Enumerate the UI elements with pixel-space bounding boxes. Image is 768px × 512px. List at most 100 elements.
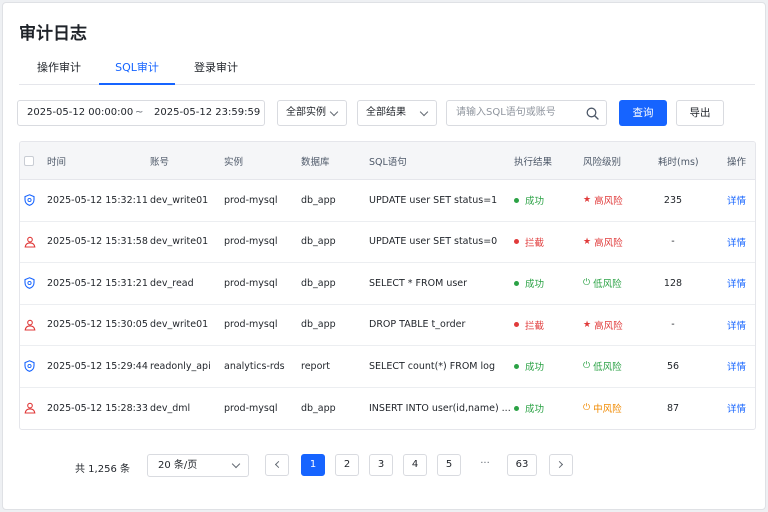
detail-link-text[interactable]: 详情	[727, 359, 746, 373]
detail-link-text[interactable]: 详情	[727, 276, 746, 290]
status-dot	[514, 322, 519, 328]
risk-badge: 中风险	[593, 404, 622, 416]
detail-link[interactable]: 详情	[727, 305, 746, 346]
export-button[interactable]: 导出	[676, 100, 724, 126]
cell-result: 成功	[514, 388, 544, 430]
cell-result: 成功	[514, 180, 544, 221]
detail-link-text[interactable]: 详情	[727, 401, 746, 415]
cell-time: 2025-05-12 15:31:58	[47, 222, 148, 263]
chevron-down-icon	[419, 107, 429, 117]
row-status-cell	[24, 346, 35, 387]
table-row[interactable]: 2025-05-12 15:29:44 readonly_api analytics…	[20, 346, 755, 388]
instance-select[interactable]: 全部实例	[277, 100, 347, 126]
detail-link-text[interactable]: 详情	[727, 235, 746, 249]
cell-instance: prod-mysql	[224, 388, 278, 430]
status-badge: 拦截	[525, 320, 545, 332]
cell-sql-text: UPDATE user SET status=1	[369, 194, 498, 206]
power-icon: ⏻	[583, 403, 591, 414]
cell-account-text: dev_write01	[150, 236, 209, 248]
status-dot	[514, 280, 519, 286]
start-time-input[interactable]: 2025-05-12 00:00:00	[27, 101, 133, 125]
result-select[interactable]: 全部结果	[357, 100, 437, 126]
cell-risk: ⏻ 中风险	[583, 388, 622, 430]
cell-instance-text: prod-mysql	[224, 402, 278, 414]
shield-check-icon	[24, 194, 35, 207]
cell-duration: 56	[658, 346, 688, 387]
detail-link-text[interactable]: 详情	[727, 318, 746, 332]
cell-account-text: dev_read	[150, 277, 194, 289]
cell-duration-text: 235	[663, 194, 683, 206]
page-button-2[interactable]: 2	[335, 454, 359, 476]
cell-duration-text: 87	[666, 402, 680, 414]
page-button-3[interactable]: 3	[369, 454, 393, 476]
app-window: 审计日志 操作审计 SQL审计 登录审计 2025-05-12 00:00:00…	[2, 2, 766, 510]
page-button-last[interactable]: 63	[507, 454, 537, 476]
audit-table: 时间 账号 实例 数据库 SQL语句 执行结果 风险级别 耗时(ms) 操作 2…	[19, 141, 756, 430]
cell-database: db_app	[301, 180, 336, 221]
cell-instance-text: prod-mysql	[224, 319, 278, 331]
table-row[interactable]: 2025-05-12 15:31:58 dev_write01 prod-mysql…	[20, 222, 755, 263]
cell-duration-text: -	[671, 236, 675, 248]
user-alert-icon	[24, 402, 36, 414]
tab-operation-audit[interactable]: 操作审计	[19, 55, 99, 85]
cell-risk: ★ 高风险	[583, 305, 623, 346]
cell-account-text: dev_dml	[150, 402, 191, 414]
cell-result: 拦截	[514, 222, 544, 263]
cell-instance-text: prod-mysql	[224, 194, 278, 206]
query-button[interactable]: 查询	[619, 100, 667, 126]
cell-time-text: 2025-05-12 15:29:44	[47, 360, 148, 372]
col-time: 时间	[47, 156, 67, 168]
prev-page-button[interactable]	[265, 454, 289, 476]
star-icon: ★	[583, 195, 592, 206]
cell-account-text: dev_write01	[150, 319, 209, 331]
cell-risk: ★ 高风险	[583, 180, 623, 221]
cell-database: report	[301, 346, 330, 387]
chevron-down-icon	[231, 459, 241, 469]
page-ellipsis[interactable]: ···	[471, 454, 499, 476]
tab-login-audit[interactable]: 登录审计	[179, 55, 253, 85]
cell-sql-text: SELECT * FROM user	[369, 277, 468, 289]
page-button-4[interactable]: 4	[403, 454, 427, 476]
page-size-select[interactable]: 20 条/页	[147, 454, 249, 477]
cell-time-text: 2025-05-12 15:32:11	[47, 194, 148, 206]
table-row[interactable]: 2025-05-12 15:31:21 dev_read prod-mysql db_…	[20, 263, 755, 305]
detail-link[interactable]: 详情	[727, 222, 746, 263]
risk-badge: 低风险	[593, 362, 622, 374]
row-status-cell	[24, 263, 35, 304]
cell-duration-text: 128	[663, 277, 683, 289]
select-all-checkbox[interactable]	[24, 155, 34, 166]
cell-risk: ⏻ 低风险	[583, 346, 622, 387]
table-row[interactable]: 2025-05-12 15:32:11 dev_write01 prod-mysql…	[20, 180, 755, 222]
cell-duration: -	[658, 305, 688, 346]
cell-risk: ⏻ 低风险	[583, 263, 622, 304]
cell-time-text: 2025-05-12 15:30:05	[47, 319, 148, 331]
cell-database-text: db_app	[301, 277, 336, 289]
page-button-1[interactable]: 1	[301, 454, 325, 476]
row-status-cell	[24, 305, 36, 346]
date-range-picker[interactable]: 2025-05-12 00:00:00 ~ 2025-05-12 23:59:5…	[17, 100, 265, 126]
cell-time-text: 2025-05-12 15:28:33	[47, 402, 148, 414]
search-input[interactable]: 请输入SQL语句或账号	[456, 101, 556, 125]
detail-link[interactable]: 详情	[727, 346, 746, 387]
detail-link[interactable]: 详情	[727, 263, 746, 304]
row-status-cell	[24, 388, 36, 430]
cell-time: 2025-05-12 15:31:21	[47, 263, 148, 304]
detail-link-text[interactable]: 详情	[727, 193, 746, 207]
page-title: 审计日志	[19, 24, 87, 44]
next-page-button[interactable]	[549, 454, 573, 476]
search-icon[interactable]	[586, 107, 599, 120]
table-row[interactable]: 2025-05-12 15:28:33 dev_dml prod-mysql db_a…	[20, 388, 755, 430]
table-row[interactable]: 2025-05-12 15:30:05 dev_write01 prod-mysql…	[20, 305, 755, 346]
detail-link[interactable]: 详情	[727, 388, 746, 430]
cell-instance: analytics-rds	[224, 346, 285, 387]
detail-link[interactable]: 详情	[727, 180, 746, 221]
col-instance: 实例	[224, 156, 244, 168]
page-button-5[interactable]: 5	[437, 454, 461, 476]
cell-time: 2025-05-12 15:32:11	[47, 180, 148, 221]
tab-sql-audit[interactable]: SQL审计	[99, 55, 175, 85]
end-time-input[interactable]: 2025-05-12 23:59:59	[154, 101, 260, 125]
cell-database: db_app	[301, 305, 336, 346]
col-account: 账号	[150, 156, 170, 168]
cell-time: 2025-05-12 15:28:33	[47, 388, 148, 430]
search-box[interactable]: 请输入SQL语句或账号	[446, 100, 607, 126]
